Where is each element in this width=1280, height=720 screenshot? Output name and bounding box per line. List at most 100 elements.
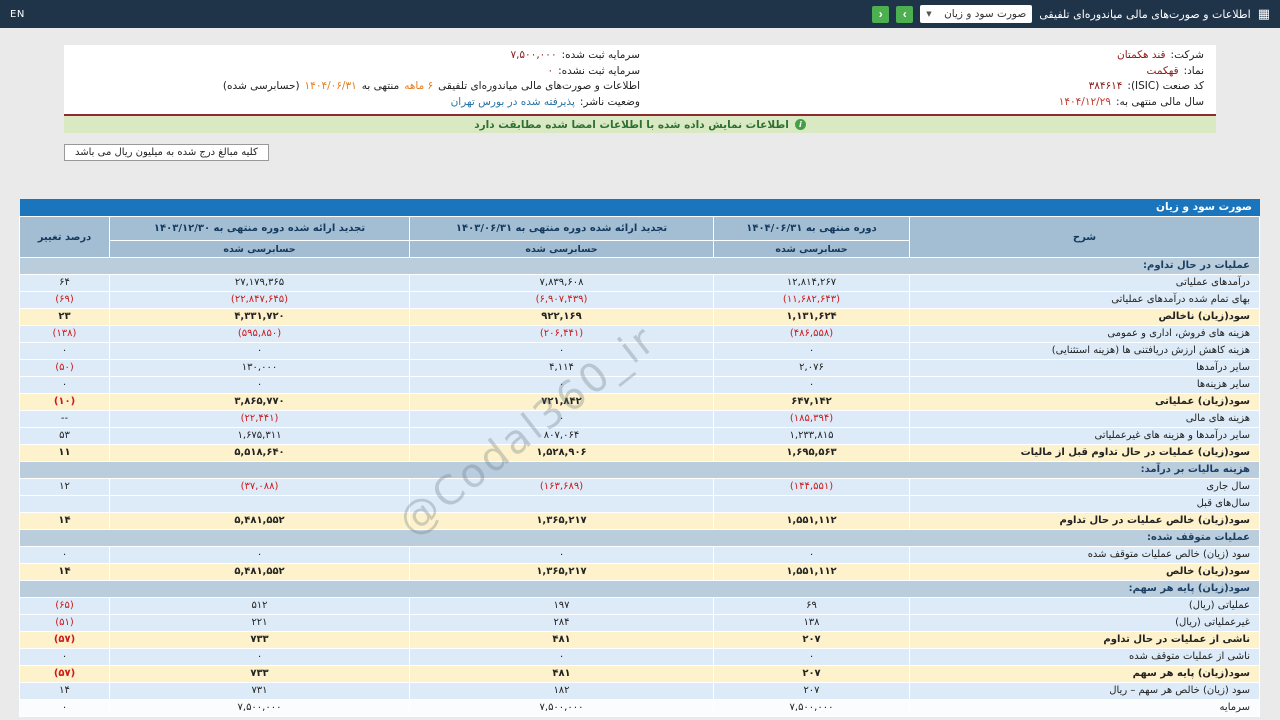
row-value: ۱,۶۹۵,۵۶۳ [713, 444, 910, 462]
codal-logo-icon: ▦ [1257, 6, 1270, 22]
row-value: ۰ [713, 342, 910, 360]
table-row: بهای تمام شده درآمدهای عملیاتی (۱۱,۶۸۲,۶۴… [19, 291, 1260, 309]
row-value: ۴,۳۳۱,۷۲۰ [109, 308, 410, 326]
fiscal-year-label: سال مالی منتهی به: [1115, 95, 1204, 108]
row-value: ۷۳۳ [109, 631, 410, 649]
row-value: ۷,۵۰۰,۰۰۰ [109, 699, 410, 717]
top-bar: ▦ اطلاعات و صورت‌های مالی میاندوره‌ای تل… [0, 0, 1280, 28]
row-value: ۱,۲۳۳,۸۱۵ [713, 427, 910, 445]
language-switch-en[interactable]: EN [10, 9, 25, 20]
statement-select[interactable]: صورت سود و زیان ▼ [920, 5, 1033, 23]
row-label: ناشی از عملیات در حال تداوم [909, 631, 1260, 649]
table-row: سود(زیان) پایه هر سهم ۲۰۷ ۴۸۱ ۷۳۳ (۵۷) [19, 665, 1260, 683]
section-label: عملیات در حال تداوم: [19, 257, 1260, 275]
row-value: ۷۳۱ [109, 682, 410, 700]
unit-note-wrap: کلیه مبالغ درج شده به میلیون ریال می باش… [64, 140, 1216, 161]
row-label: سایر هزینه‌ها [909, 376, 1260, 394]
row-value: ۳,۸۶۵,۷۷۰ [109, 393, 410, 411]
row-label: عملیاتی (ریال) [909, 597, 1260, 615]
row-value: (۲۰۶,۴۴۱) [409, 325, 714, 343]
row-value: ۰ [19, 648, 110, 666]
row-value: ۵,۴۸۱,۵۵۲ [109, 563, 410, 581]
publisher-status-value: پذیرفته شده در بورس تهران [450, 95, 575, 108]
row-label: سود (زیان) خالص هر سهم – ریال [909, 682, 1260, 700]
report-audit-text: (حسابرسی شده) [222, 80, 300, 92]
company-label: شرکت: [1170, 49, 1204, 61]
section-label: هزینه مالیات بر درآمد: [19, 461, 1260, 479]
row-value: ۹۲۲,۱۶۹ [409, 308, 714, 326]
prev-statement-button[interactable]: ‹ [872, 5, 890, 23]
table-title: صورت سود و زیان [20, 199, 1260, 216]
signature-match-notice: i اطلاعات نمایش داده شده با اطلاعات امضا… [64, 116, 1216, 133]
row-value: ۰ [409, 376, 714, 394]
row-value: ۰ [109, 546, 410, 564]
company-info-panel: شرکت: قند هکمتان سرمایه ثبت شده: ۷,۵۰۰,۰… [64, 45, 1216, 116]
row-value [713, 495, 910, 513]
row-value: ۰ [109, 376, 410, 394]
row-value: ۵,۴۸۱,۵۵۲ [109, 512, 410, 530]
row-value: (۱۴۴,۵۵۱) [713, 478, 910, 496]
table-row: سود(زیان) عملیاتی ۶۴۷,۱۴۲ ۷۲۱,۸۴۲ ۳,۸۶۵,۷۷۰… [19, 393, 1260, 411]
publisher-status-label: وضعیت ناشر: [579, 95, 640, 108]
fiscal-year-value: ۱۴۰۴/۱۲/۲۹ [1058, 95, 1111, 108]
table-row: درآمدهای عملیاتی ۱۲,۸۱۴,۲۶۷ ۷,۸۳۹,۶۰۸ ۲۷,۱۷… [19, 274, 1260, 292]
info-row: سال مالی منتهی به: ۱۴۰۴/۱۲/۲۹ وضعیت ناشر… [76, 95, 1204, 111]
row-value: (۵۷) [19, 665, 110, 683]
row-value: (۵۹۵,۸۵۰) [109, 325, 410, 343]
chevron-down-icon: ▼ [926, 10, 932, 18]
row-value: ۰ [713, 648, 910, 666]
row-value [409, 495, 714, 513]
unregistered-capital-label: سرمایه ثبت نشده: [558, 64, 640, 77]
row-label: غیرعملیاتی (ریال) [909, 614, 1260, 632]
row-value: ۰ [19, 342, 110, 360]
row-value: ۴,۱۱۴ [409, 359, 714, 377]
section-row: سود(زیان) پایه هر سهم: [19, 580, 1260, 598]
col-header-period-prior: تجدید ارائه شده دوره منتهی به ۱۴۰۳/۰۶/۳۱ [409, 216, 714, 241]
row-label: سود(زیان) خالص عملیات در حال تداوم [909, 512, 1260, 530]
registered-capital-field: سرمایه ثبت شده: ۷,۵۰۰,۰۰۰ [76, 48, 640, 64]
next-statement-button[interactable]: › [896, 5, 914, 23]
row-value: ۱,۵۲۸,۹۰۶ [409, 444, 714, 462]
row-value: ۱,۵۵۱,۱۱۲ [713, 563, 910, 581]
row-value: ۲۰۷ [713, 631, 910, 649]
row-value: ۲۳ [19, 308, 110, 326]
row-value: ۱۴ [19, 563, 110, 581]
audited-subheader: حسابرسی شده [713, 240, 910, 258]
symbol-value: قهکمت [1146, 64, 1179, 77]
row-value: ۰ [409, 410, 714, 428]
row-label: هزینه کاهش ارزش دریافتنی ها (هزینه استثن… [909, 342, 1260, 360]
row-value: ۱,۳۶۵,۲۱۷ [409, 512, 714, 530]
col-header-percent-change: درصد تغییر [19, 216, 110, 258]
table-row: ناشی از عملیات در حال تداوم ۲۰۷ ۴۸۱ ۷۳۳ (۵۷) [19, 631, 1260, 649]
row-value: ۲۰۷ [713, 682, 910, 700]
row-value: (۱۰) [19, 393, 110, 411]
info-row: شرکت: قند هکمتان سرمایه ثبت شده: ۷,۵۰۰,۰… [76, 48, 1204, 64]
row-value: ۲۸۴ [409, 614, 714, 632]
row-value: ۱۴ [19, 682, 110, 700]
row-label: هزینه های فروش، اداری و عمومی [909, 325, 1260, 343]
table-row: سایر درآمدها ۲,۰۷۶ ۴,۱۱۴ ۱۳۰,۰۰۰ (۵۰) [19, 359, 1260, 377]
report-period: ۶ ماهه [404, 80, 434, 92]
table-row: هزینه های فروش، اداری و عمومی (۴۸۶,۵۵۸) (۲… [19, 325, 1260, 343]
section-label: عملیات متوقف شده: [19, 529, 1260, 547]
row-value: ۶۴ [19, 274, 110, 292]
row-label: درآمدهای عملیاتی [909, 274, 1260, 292]
audited-subheader: حسابرسی شده [109, 240, 410, 258]
row-value: ۸۰۷,۰۶۴ [409, 427, 714, 445]
row-value: ۱۲,۸۱۴,۲۶۷ [713, 274, 910, 292]
row-value: ۷,۸۳۹,۶۰۸ [409, 274, 714, 292]
income-statement-table: شرح دوره منتهی به ۱۴۰۴/۰۶/۳۱ تجدید ارائه… [19, 216, 1260, 717]
row-value: ۱۴ [19, 512, 110, 530]
row-value: ۰ [409, 342, 714, 360]
symbol-label: نماد: [1183, 64, 1204, 77]
symbol-field: نماد: قهکمت [640, 64, 1204, 80]
row-label: سود(زیان) پایه هر سهم [909, 665, 1260, 683]
fiscal-year-field: سال مالی منتهی به: ۱۴۰۴/۱۲/۲۹ [640, 95, 1204, 111]
row-value: ۲۲۱ [109, 614, 410, 632]
row-value: ۱,۱۳۱,۶۲۴ [713, 308, 910, 326]
row-value: ۰ [109, 648, 410, 666]
report-title-field: اطلاعات و صورت‌های مالی میاندوره‌ای تلفی… [76, 79, 640, 95]
row-value [109, 495, 410, 513]
row-value: -- [19, 410, 110, 428]
table-row: غیرعملیاتی (ریال) ۱۳۸ ۲۸۴ ۲۲۱ (۵۱) [19, 614, 1260, 632]
